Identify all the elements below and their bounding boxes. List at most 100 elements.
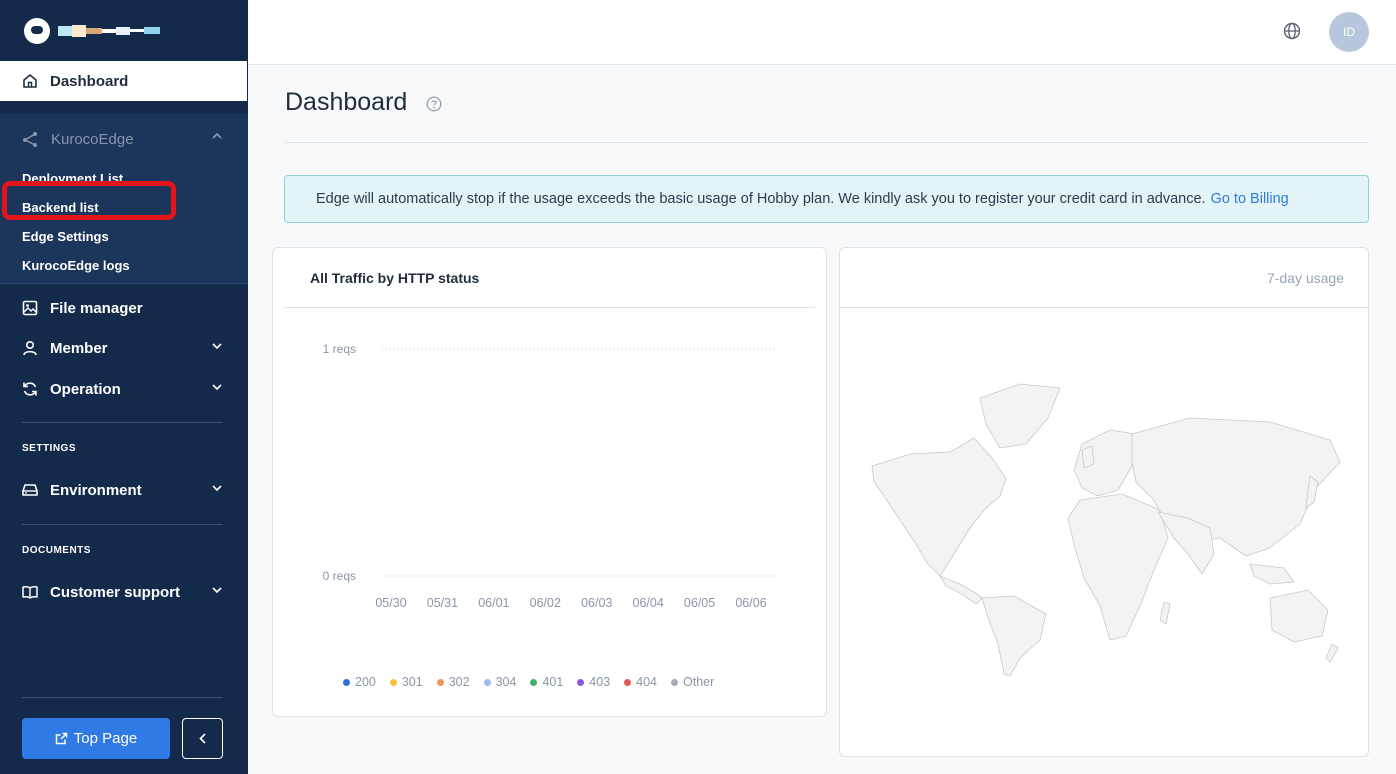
sidebar-item-dashboard[interactable]: Dashboard: [0, 61, 247, 101]
sidebar-group-label: KurocoEdge: [51, 130, 134, 148]
title-divider: [285, 142, 1369, 143]
legend-label: 304: [495, 675, 517, 689]
page-title: Dashboard: [285, 88, 408, 116]
sidebar-item-label: Customer support: [50, 583, 181, 601]
chart-y-tick-label: 1 reqs: [323, 342, 356, 356]
legend-dot: [530, 678, 538, 686]
sidebar-item-label: File manager: [50, 299, 143, 317]
user-icon: [23, 340, 37, 356]
sidebar-item-member[interactable]: Member: [0, 328, 248, 368]
chart-legend-item[interactable]: 304: [483, 675, 517, 689]
legend-label: 403: [589, 675, 611, 689]
sidebar-divider: [22, 422, 223, 423]
top-page-label: Top Page: [73, 730, 138, 747]
book-open-icon: [22, 585, 38, 599]
chevron-left-icon: [199, 733, 206, 744]
card-title: 7-day usage: [1266, 270, 1344, 286]
top-page-button[interactable]: Top Page: [22, 718, 170, 759]
map-region-madagascar: [1159, 601, 1171, 625]
highlight-annotation: [2, 181, 176, 220]
map-region-southeast-asia: [1249, 563, 1295, 585]
billing-alert: Edge will automatically stop if the usag…: [284, 175, 1369, 223]
legend-dot: [436, 678, 444, 686]
chart-x-tick-label: 05/30: [375, 596, 406, 610]
map-region-africa: [1067, 493, 1169, 641]
map-region-uk: [1081, 445, 1095, 469]
sidebar-group-header-kurocoedge[interactable]: KurocoEdge: [0, 114, 248, 164]
chart-legend-item[interactable]: 403: [577, 675, 610, 689]
traffic-chart-card: All Traffic by HTTP status 1 reqs 0 reqs 0…: [272, 247, 827, 717]
alert-text: Edge will automatically stop if the usag…: [316, 191, 1206, 207]
legend-label: 200: [355, 675, 376, 689]
legend-label: Other: [683, 675, 715, 689]
chevron-down-icon: [212, 343, 222, 349]
map-region-central-america: [939, 575, 983, 605]
chart-legend-item[interactable]: Other: [671, 675, 714, 689]
sidebar-group-kurocoedge: KurocoEdge Deployment List Backend list …: [0, 114, 248, 284]
sidebar-subitem-kurocoedge-logs[interactable]: KurocoEdge logs: [0, 251, 248, 280]
chart-legend-item[interactable]: 404: [624, 675, 657, 689]
sidebar-item-environment[interactable]: Environment: [0, 470, 248, 510]
legend-dot: [671, 678, 679, 686]
chart-x-tick-label: 06/04: [633, 596, 664, 610]
logo-wordmark-redacted: [58, 24, 160, 37]
sidebar-item-operation[interactable]: Operation: [0, 369, 248, 409]
legend-dot: [343, 678, 350, 686]
chart-legend: 200 301 302 304 401 403 404 Other: [343, 675, 714, 689]
legend-dot: [577, 678, 585, 686]
legend-label: 404: [636, 675, 658, 689]
external-link-icon: [55, 732, 68, 745]
sidebar-section-settings: SETTINGS: [22, 443, 77, 454]
map-region-australia: [1269, 589, 1329, 643]
traffic-chart: 1 reqs 0 reqs 05/30 05/31 06/01 06/02 06/03 06/…: [323, 342, 775, 610]
sidebar-item-label: Operation: [50, 380, 121, 398]
collapse-sidebar-button[interactable]: [182, 718, 223, 759]
sidebar-item-customer-support[interactable]: Customer support: [0, 572, 248, 612]
chart-x-tick-label: 06/01: [478, 596, 509, 610]
legend-dot: [389, 678, 397, 686]
map-region-north-america: [871, 437, 1007, 577]
help-circle-icon[interactable]: [426, 96, 442, 112]
sidebar-divider: [22, 697, 223, 698]
home-icon: [23, 74, 37, 88]
legend-dot: [624, 678, 632, 686]
go-to-billing-link[interactable]: Go to Billing: [1211, 191, 1289, 207]
user-avatar[interactable]: ID: [1329, 12, 1369, 52]
legend-dot: [483, 678, 491, 686]
sidebar-item-file-manager[interactable]: File manager: [0, 288, 248, 328]
chart-legend-item[interactable]: 302: [436, 675, 470, 689]
chart-x-tick-label: 06/06: [735, 596, 766, 610]
sidebar-item-label: Dashboard: [50, 72, 129, 90]
globe-icon[interactable]: [1283, 22, 1301, 40]
sidebar: Dashboard KurocoEdge Deployment List Bac…: [0, 0, 248, 774]
chart-legend-item[interactable]: 401: [530, 675, 563, 689]
sidebar-divider: [22, 524, 223, 525]
chart-x-tick-label: 06/03: [581, 596, 612, 610]
chart-legend-item[interactable]: 301: [389, 675, 423, 689]
share-nodes-icon: [23, 131, 37, 147]
refresh-icon: [23, 382, 37, 396]
chart-legend-item[interactable]: 200: [343, 675, 376, 689]
chart-x-tick-label: 06/05: [684, 596, 715, 610]
chevron-up-icon: [212, 133, 222, 139]
chevron-down-icon: [212, 485, 222, 491]
legend-label: 301: [401, 675, 423, 689]
logo[interactable]: [0, 0, 248, 61]
image-icon: [22, 300, 38, 316]
sidebar-section-documents: DOCUMENTS: [22, 545, 91, 556]
legend-label: 302: [448, 675, 470, 689]
top-header: ID: [248, 0, 1396, 65]
map-region-greenland: [979, 383, 1061, 449]
card-divider: [840, 307, 1368, 308]
world-map: [871, 383, 1340, 677]
server-icon: [22, 484, 38, 496]
legend-label: 401: [542, 675, 564, 689]
chevron-down-icon: [212, 587, 222, 593]
map-region-new-zealand: [1325, 643, 1339, 663]
sidebar-item-label: Member: [50, 339, 108, 357]
sidebar-subitem-edge-settings[interactable]: Edge Settings: [0, 222, 248, 251]
chart-x-tick-label: 05/31: [427, 596, 458, 610]
map-region-south-america: [981, 595, 1047, 677]
sidebar-item-label: Environment: [50, 481, 142, 499]
chart-y-tick-label: 0 reqs: [323, 569, 356, 583]
